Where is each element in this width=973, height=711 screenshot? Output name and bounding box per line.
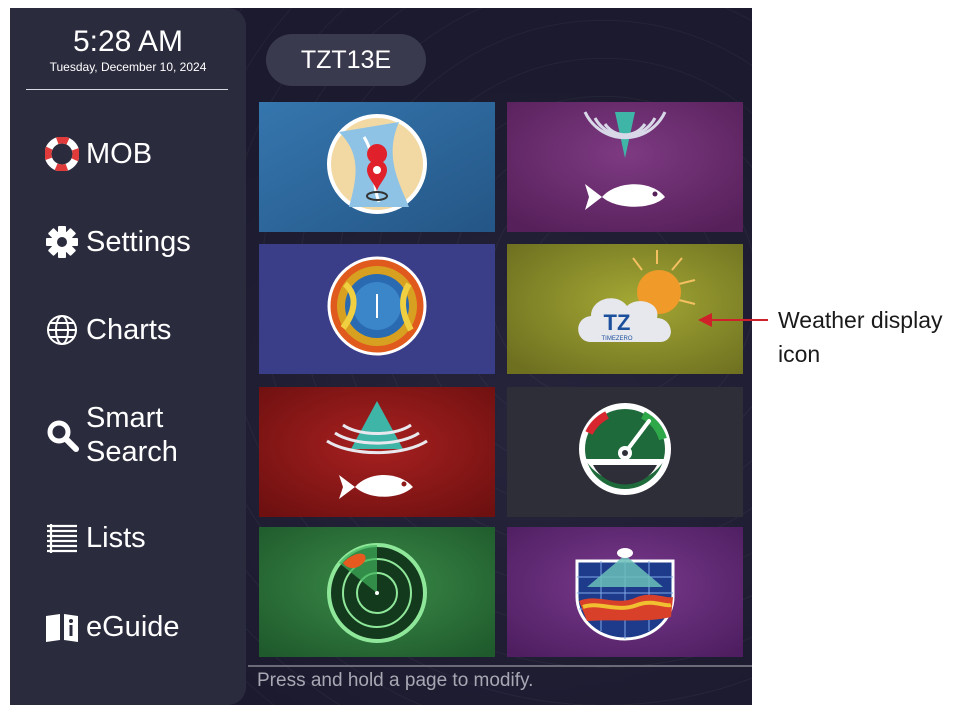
tile-radar[interactable] [259, 527, 495, 657]
sidebar-item-settings[interactable]: Settings [44, 224, 191, 260]
clock-date: Tuesday, December 10, 2024 [49, 60, 207, 74]
sidebar-item-label: Lists [86, 521, 146, 554]
device-screen: 5:28 AM Tuesday, December 10, 2024 MOB S… [10, 8, 752, 705]
sidebar-item-eguide[interactable]: eGuide [44, 609, 180, 645]
sidebar-item-label: Settings [86, 225, 191, 258]
tile-3d-sonar[interactable] [507, 527, 743, 657]
sidebar-item-mob[interactable]: MOB [44, 136, 152, 172]
lifebuoy-icon [44, 136, 80, 172]
sidebar-item-lists[interactable]: Lists [44, 520, 146, 556]
callout-arrow [698, 313, 768, 327]
label-line: Smart [86, 402, 164, 434]
gauge-icon [579, 403, 671, 495]
sidebar-item-label: MOB [86, 137, 153, 170]
search-icon [44, 417, 80, 453]
clock: 5:28 AM Tuesday, December 10, 2024 [10, 25, 246, 75]
model-name-button[interactable]: TZT13E [266, 34, 426, 86]
tile-fish-sonar[interactable] [507, 102, 743, 232]
book-info-icon [44, 609, 80, 645]
globe-icon [44, 312, 80, 348]
callout-line: Weather display [778, 307, 943, 333]
tile-weather[interactable]: TZ TIMEZERO [507, 244, 743, 374]
sidebar-item-label: eGuide [86, 610, 180, 643]
clock-time: 5:28 AM [72, 25, 184, 58]
footer-hint: Press and hold a page to modify. [257, 670, 534, 691]
callout-label: Weather display icon [778, 303, 943, 371]
tile-chart-plotter[interactable] [259, 102, 495, 232]
chart-plotter-icon [327, 114, 427, 214]
fish-sonar-icon [583, 111, 667, 210]
weather-icon: TZ TIMEZERO [578, 250, 696, 342]
label-line: Search [86, 436, 178, 468]
weather-logo-text: TZ [604, 310, 631, 335]
radar-overlay-icon [327, 256, 427, 356]
list-icon [44, 520, 80, 556]
divider [26, 89, 228, 90]
radar-icon [327, 543, 427, 643]
sidebar-item-label: Smart Search [86, 401, 178, 469]
sidebar-item-charts[interactable]: Charts [44, 312, 171, 348]
3d-sonar-icon [575, 548, 675, 641]
fish-finder-icon [326, 401, 428, 499]
tile-fish-finder[interactable] [259, 387, 495, 517]
sidebar-item-label: Charts [86, 313, 172, 346]
gear-icon [44, 224, 80, 260]
sidebar: 5:28 AM Tuesday, December 10, 2024 MOB S… [10, 8, 246, 705]
divider [248, 665, 752, 667]
tile-gauge[interactable] [507, 387, 743, 517]
weather-logo-sub: TIMEZERO [602, 336, 633, 342]
tile-radar-overlay[interactable] [259, 244, 495, 374]
sidebar-item-smart-search[interactable]: Smart Search [44, 401, 178, 469]
callout-line: icon [778, 341, 821, 367]
